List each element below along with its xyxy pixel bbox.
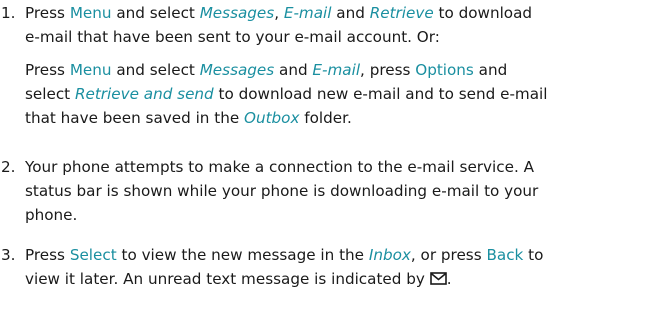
step-body: Your phone attempts to make a connection… <box>25 155 661 227</box>
step-body: Press Select to view the new message in … <box>25 243 661 291</box>
text-line: phone. <box>25 203 661 227</box>
menu-option-label: E-mail <box>312 61 361 79</box>
softkey-label: Menu <box>69 4 112 22</box>
body-text-run: Press <box>25 246 70 264</box>
body-text-run: to download new e-mail and to send e-mai… <box>213 85 548 103</box>
menu-option-label: Messages <box>199 4 275 22</box>
body-text-run: and select <box>111 4 200 22</box>
text-line: Your phone attempts to make a connection… <box>25 155 661 179</box>
step-paragraph: Your phone attempts to make a connection… <box>25 155 661 227</box>
body-text-run: status bar is shown while your phone is … <box>25 182 539 200</box>
body-text-run: , press <box>360 61 416 79</box>
body-text-run: to <box>523 246 544 264</box>
menu-option-label: Messages <box>199 61 275 79</box>
menu-option-label: Retrieve and send <box>74 85 214 103</box>
body-text-run: folder. <box>299 109 352 127</box>
text-line: Press Menu and select Messages, E-mail a… <box>25 1 661 25</box>
body-text-run: , or press <box>410 246 487 264</box>
menu-option-label: Outbox <box>244 109 300 127</box>
body-text-run: phone. <box>25 206 78 224</box>
body-text-run: view it later. An unread text message is… <box>25 270 430 288</box>
body-text-run: select <box>25 85 75 103</box>
menu-option-label: Inbox <box>368 246 411 264</box>
body-text-run: and select <box>111 61 200 79</box>
text-line: e-mail that have been sent to your e-mai… <box>25 25 661 49</box>
menu-option-label: Retrieve <box>369 4 434 22</box>
body-text-run: that have been saved in the <box>25 109 244 127</box>
text-line: view it later. An unread text message is… <box>25 267 661 291</box>
text-line: Press Select to view the new message in … <box>25 243 661 267</box>
text-line: that have been saved in the Outbox folde… <box>25 106 661 130</box>
softkey-label: Back <box>486 246 524 264</box>
step-number: 1. <box>1 4 16 22</box>
unread-message-envelope-icon <box>429 272 447 285</box>
body-text-run: Press <box>25 4 70 22</box>
body-text-run: Your phone attempts to make a connection… <box>25 158 535 176</box>
body-text-run: . <box>446 270 452 288</box>
text-line: select Retrieve and send to download new… <box>25 82 661 106</box>
body-text-run: e-mail that have been sent to your e-mai… <box>25 28 440 46</box>
step-number: 2. <box>1 158 16 176</box>
step-paragraph: Press Menu and select Messages and E-mai… <box>25 58 661 130</box>
step-paragraph: Press Select to view the new message in … <box>25 243 661 291</box>
body-text-run: , <box>274 4 284 22</box>
manual-page: 1. Press Menu and select Messages, E-mai… <box>0 0 669 316</box>
body-text-run: and <box>274 61 313 79</box>
step-paragraph: Press Menu and select Messages, E-mail a… <box>25 1 661 49</box>
body-text-run: to view the new message in the <box>116 246 369 264</box>
softkey-label: Menu <box>69 61 112 79</box>
body-text-run: and <box>473 61 508 79</box>
body-text-run: Press <box>25 61 70 79</box>
body-text-run: to download <box>433 4 533 22</box>
step-number: 3. <box>1 246 16 264</box>
text-line: status bar is shown while your phone is … <box>25 179 661 203</box>
softkey-label: Select <box>69 246 117 264</box>
menu-option-label: E-mail <box>283 4 332 22</box>
text-line: Press Menu and select Messages and E-mai… <box>25 58 661 82</box>
body-text-run: and <box>331 4 370 22</box>
step-body: Press Menu and select Messages, E-mail a… <box>25 1 661 130</box>
softkey-label: Options <box>415 61 474 79</box>
